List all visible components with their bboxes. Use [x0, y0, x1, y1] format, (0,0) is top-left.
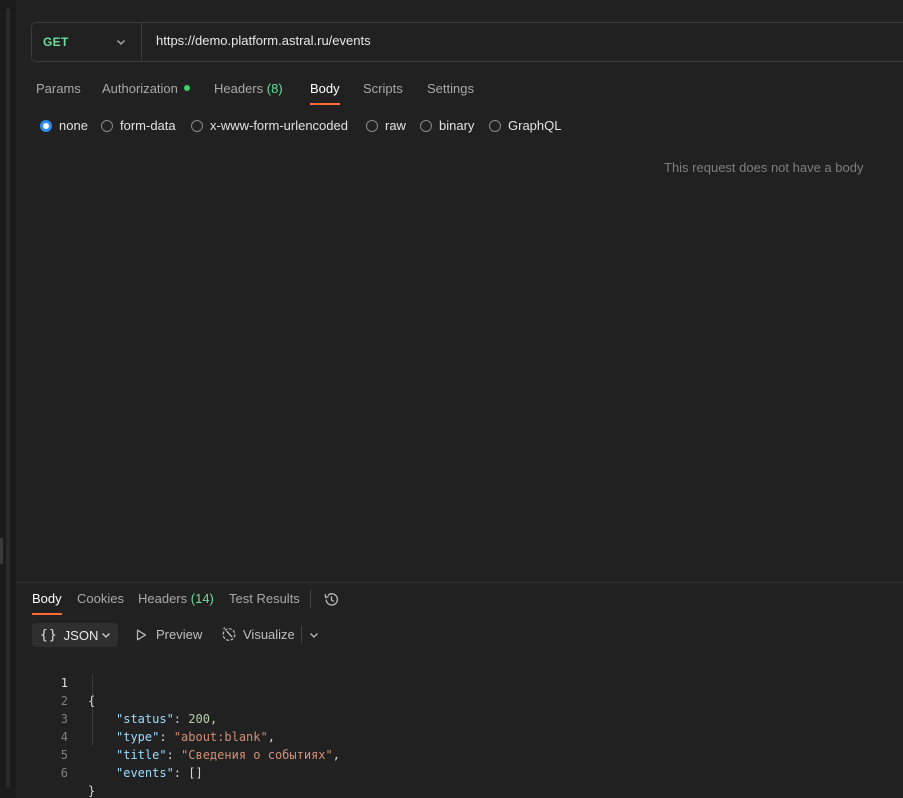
left-rail — [0, 0, 16, 798]
preview-label: Preview — [156, 627, 203, 642]
radio-urlencoded-label: x-www-form-urlencoded — [210, 118, 348, 133]
active-tab-indicator — [310, 103, 340, 105]
tab-headers-label: Headers — [214, 81, 264, 96]
visualize-button[interactable]: Visualize — [221, 626, 295, 642]
json-value: 200 — [188, 712, 210, 726]
radio-graphql-label: GraphQL — [508, 118, 562, 133]
indent-guide — [92, 674, 93, 746]
url-bar: GET — [31, 22, 903, 62]
resize-handle[interactable] — [0, 538, 3, 564]
radio-icon — [366, 119, 378, 132]
chevron-down-icon — [102, 633, 110, 638]
radio-raw-label: raw — [385, 118, 406, 133]
line-number: 6 — [60, 766, 68, 780]
preview-button[interactable]: Preview — [136, 627, 202, 642]
tab-body[interactable]: Body — [310, 81, 340, 96]
chevron-down-icon[interactable] — [308, 629, 320, 641]
code-line: 5 "events": [] — [32, 728, 203, 780]
visualize-label: Visualize — [243, 626, 295, 642]
code-text: "type": "about:blank", — [116, 730, 275, 744]
code-text: { — [88, 694, 96, 708]
scrollbar-track[interactable] — [6, 8, 10, 788]
tab-authorization[interactable]: Authorization — [102, 81, 190, 96]
json-separator: , — [332, 748, 340, 762]
format-label: JSON — [63, 627, 99, 643]
active-response-tab-indicator — [32, 613, 62, 615]
history-icon[interactable] — [323, 591, 340, 608]
json-value: "about:blank" — [173, 730, 268, 744]
json-value: [] — [188, 766, 203, 780]
response-headers-count: (14) — [190, 591, 214, 606]
response-tab-headers[interactable]: Headers (14) — [138, 591, 214, 606]
divider — [301, 626, 302, 643]
code-text: "status": 200, — [116, 712, 218, 726]
radio-urlencoded[interactable]: x-www-form-urlencoded — [191, 118, 348, 133]
response-format-select[interactable]: {} JSON — [32, 623, 118, 647]
braces-icon: {} — [40, 627, 58, 643]
response-tab-headers-label: Headers — [138, 591, 188, 606]
method-label: GET — [43, 35, 69, 49]
visualize-icon — [222, 627, 236, 641]
response-tab-test-results[interactable]: Test Results — [229, 591, 300, 606]
radio-form-data[interactable]: form-data — [101, 118, 176, 133]
empty-body-message: This request does not have a body — [664, 160, 864, 175]
code-text: "events": [] — [116, 766, 203, 780]
json-value: "Сведения о событиях" — [181, 748, 333, 762]
radio-binary-label: binary — [439, 118, 475, 133]
tab-params[interactable]: Params — [36, 81, 81, 96]
radio-graphql[interactable]: GraphQL — [489, 118, 561, 133]
method-select[interactable]: GET — [32, 23, 142, 61]
json-separator: , — [209, 712, 218, 726]
tab-headers[interactable]: Headers (8) — [214, 81, 283, 96]
radio-icon — [101, 119, 113, 132]
response-body-code[interactable]: 1 { 2 "status": 200, 3 "type": "about:bl… — [32, 656, 340, 798]
url-input[interactable] — [156, 33, 856, 48]
response-tab-body[interactable]: Body — [32, 591, 62, 606]
radio-form-data-label: form-data — [120, 118, 176, 133]
radio-none-label: none — [59, 118, 88, 133]
code-text: "title": "Сведения о событиях", — [116, 748, 340, 762]
play-icon — [136, 629, 147, 640]
json-key: "events" — [116, 766, 174, 780]
code-line: 6 } — [32, 746, 95, 798]
json-key: "title" — [116, 748, 167, 762]
chevron-down-icon — [117, 40, 125, 45]
response-tab-cookies[interactable]: Cookies — [77, 591, 124, 606]
code-line: 1 { — [32, 656, 95, 708]
code-line: 3 "type": "about:blank", — [32, 692, 275, 744]
radio-none[interactable]: none — [40, 118, 88, 133]
tab-scripts[interactable]: Scripts — [363, 81, 403, 96]
tab-settings[interactable]: Settings — [427, 81, 474, 96]
headers-count: (8) — [266, 81, 283, 96]
json-key: "status" — [116, 712, 174, 726]
code-line: 2 "status": 200, — [32, 674, 217, 726]
radio-binary[interactable]: binary — [420, 118, 474, 133]
json-key: "type" — [116, 730, 160, 744]
status-dot — [183, 85, 190, 91]
radio-raw[interactable]: raw — [366, 118, 406, 133]
radio-icon — [420, 119, 432, 132]
request-editor: GET Params Authorization Headers (8) Bod… — [0, 0, 903, 798]
panel-divider[interactable] — [16, 582, 903, 583]
code-line: 4 "title": "Сведения о событиях", — [32, 710, 340, 762]
radio-icon — [489, 119, 501, 132]
json-separator: , — [267, 730, 275, 744]
tab-authorization-label: Authorization — [102, 81, 178, 96]
radio-selected-icon — [40, 119, 52, 132]
code-text: } — [88, 784, 96, 798]
radio-icon — [191, 119, 203, 132]
divider — [310, 590, 311, 608]
